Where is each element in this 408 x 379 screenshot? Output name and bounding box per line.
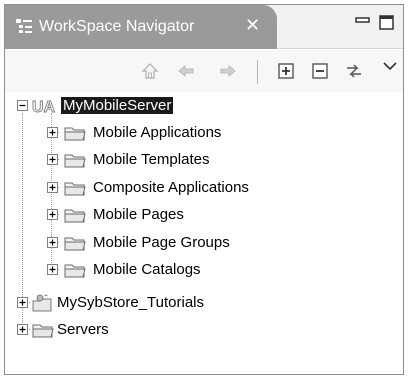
maximize-icon[interactable]: [379, 15, 395, 31]
close-icon[interactable]: ✕: [245, 16, 260, 34]
tree-node-child[interactable]: Mobile Catalogs: [45, 259, 385, 281]
folder-icon: [64, 264, 86, 278]
tree-node-label[interactable]: Mobile Catalogs: [93, 261, 201, 278]
expand-node-icon[interactable]: [47, 182, 58, 193]
expand-node-icon[interactable]: [47, 127, 58, 138]
tree-node-label[interactable]: Mobile Templates: [93, 151, 209, 168]
view-menu-icon[interactable]: [381, 58, 399, 76]
view-tab[interactable]: WorkSpace Navigator ✕: [5, 5, 277, 49]
tree-node-child[interactable]: Mobile Pages: [45, 204, 385, 226]
expand-all-icon[interactable]: [277, 62, 295, 80]
folder-icon: [32, 324, 54, 338]
tree-node-label[interactable]: Mobile Pages: [93, 206, 184, 223]
folder-icon: [64, 154, 86, 168]
tree-node-child[interactable]: Mobile Templates: [45, 149, 385, 171]
navigator-icon: [16, 19, 32, 33]
tree-node-servers[interactable]: Servers: [15, 319, 215, 341]
tree-node-project[interactable]: MySybStore_Tutorials: [15, 292, 315, 314]
view-tab-bar: WorkSpace Navigator ✕: [5, 5, 403, 49]
tree-node-root[interactable]: UA MyMobileServer: [15, 95, 275, 117]
minimize-icon[interactable]: [355, 17, 371, 27]
collapse-node-icon[interactable]: [17, 100, 28, 111]
folder-icon: [64, 127, 86, 141]
expand-node-icon[interactable]: [47, 154, 58, 165]
folder-icon: [64, 209, 86, 223]
back-arrow-icon[interactable]: [177, 62, 195, 80]
toolbar-separator: [257, 60, 258, 84]
tree-node-label[interactable]: MyMobileServer: [61, 97, 174, 114]
tree-node-label[interactable]: Servers: [57, 321, 109, 338]
project-icon: [32, 294, 52, 312]
expand-node-icon[interactable]: [47, 209, 58, 220]
tree-node-label[interactable]: Composite Applications: [93, 179, 249, 196]
forward-arrow-icon[interactable]: [219, 62, 237, 80]
expand-node-icon[interactable]: [47, 264, 58, 275]
link-with-editor-icon[interactable]: [345, 62, 363, 80]
workspace-navigator-view: WorkSpace Navigator ✕ UA MyMobileServer …: [4, 4, 404, 375]
tree-node-label[interactable]: Mobile Page Groups: [93, 234, 230, 251]
expand-node-icon[interactable]: [17, 297, 28, 308]
view-toolbar: [5, 50, 403, 92]
collapse-all-icon[interactable]: [311, 62, 329, 80]
home-icon[interactable]: [141, 62, 159, 80]
tree-node-label[interactable]: Mobile Applications: [93, 124, 221, 141]
folder-icon: [64, 237, 86, 251]
folder-icon: [64, 182, 86, 196]
tree-node-label[interactable]: MySybStore_Tutorials: [57, 294, 204, 311]
expand-node-icon[interactable]: [17, 324, 28, 335]
view-title: WorkSpace Navigator: [39, 18, 195, 35]
tree-node-child[interactable]: Composite Applications: [45, 177, 385, 199]
expand-node-icon[interactable]: [47, 237, 58, 248]
tree-node-child[interactable]: Mobile Applications: [45, 122, 385, 144]
navigator-tree: UA MyMobileServer Mobile Applications Mob…: [5, 95, 403, 375]
server-badge-icon: UA: [32, 99, 56, 116]
tree-node-child[interactable]: Mobile Page Groups: [45, 232, 385, 254]
svg-text:UA: UA: [32, 99, 56, 116]
